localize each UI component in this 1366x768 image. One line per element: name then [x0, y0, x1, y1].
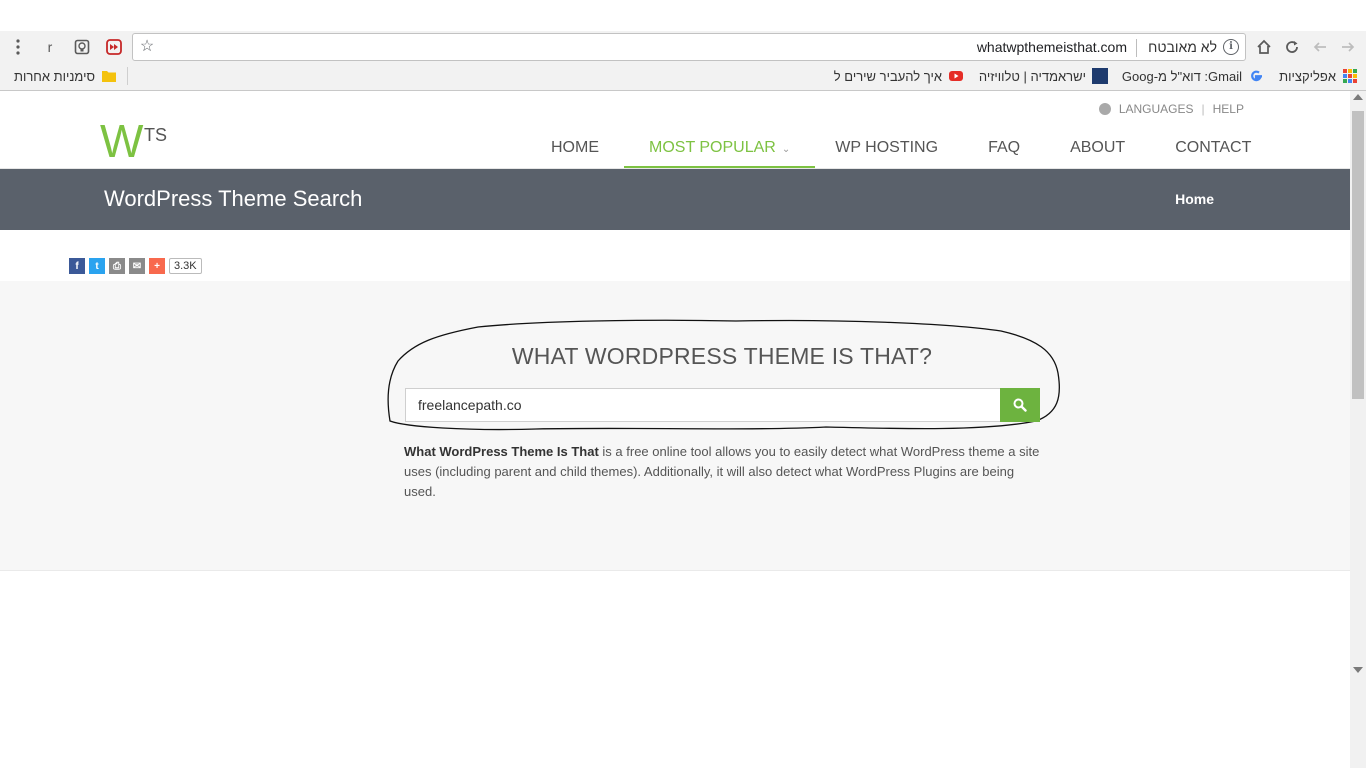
share-count: 3.3K [169, 258, 202, 274]
bookmark-israpedia[interactable]: ישראמדיה | טלוויזיה [979, 67, 1108, 85]
globe-icon [1098, 103, 1111, 115]
nav-label: FAQ [988, 139, 1021, 156]
folder-icon [101, 68, 117, 84]
top-links-divider: | [1201, 102, 1205, 116]
nav-faq[interactable]: FAQ [963, 127, 1045, 169]
logo-text: TS [144, 125, 168, 145]
top-links: LANGUAGES | HELP [1098, 102, 1244, 116]
bookmark-other[interactable]: סימניות אחרות [14, 67, 117, 85]
bookmark-label: סימניות אחרות [14, 68, 96, 84]
bookmarks-divider [127, 67, 128, 85]
web-page: LANGUAGES | HELP W TS HOME MOST POPULAR ⌄… [0, 91, 1350, 768]
bookmark-label: אפליקציות [1279, 68, 1336, 84]
israpedia-icon [1092, 68, 1108, 84]
chevron-down-icon: ⌄ [781, 144, 791, 155]
scroll-down-arrow-icon[interactable] [1353, 667, 1363, 673]
browser-title-area [0, 0, 1366, 31]
main-nav: HOME MOST POPULAR ⌄ WP HOSTING FAQ ABOUT … [526, 127, 1276, 169]
bookmark-star-icon[interactable]: ☆ [137, 37, 157, 57]
search-icon [1013, 398, 1027, 412]
bookmark-apps[interactable]: אפליקציות [1279, 67, 1358, 85]
extension-bulb-icon[interactable] [70, 35, 94, 59]
search-description: What WordPress Theme Is That is a free o… [404, 442, 1044, 502]
more-share-icon[interactable]: + [149, 258, 165, 274]
nav-label: MOST POPULAR [649, 139, 776, 156]
bookmarks-bar: אפליקציות Gmail: דוא"ל מ-Goog ישראמדיה |… [0, 63, 1366, 89]
page-banner: WordPress Theme Search Home [0, 169, 1350, 230]
nav-label: ABOUT [1070, 139, 1126, 156]
description-bold: What WordPress Theme Is That [404, 444, 599, 459]
nav-most-popular[interactable]: MOST POPULAR ⌄ [624, 127, 816, 169]
home-icon[interactable] [1252, 35, 1276, 59]
search-heading: WHAT WORDPRESS THEME IS THAT? [511, 343, 933, 369]
page-scrollbar[interactable] [1350, 91, 1366, 768]
extension-r-icon[interactable]: r [38, 35, 62, 59]
youtube-icon [948, 68, 964, 84]
forward-arrow-icon[interactable] [1336, 35, 1360, 59]
nav-label: WP HOSTING [835, 139, 939, 156]
reload-icon[interactable] [1280, 35, 1304, 59]
bookmark-gmail[interactable]: Gmail: דוא"ל מ-Goog [1122, 67, 1264, 85]
nav-about[interactable]: ABOUT [1045, 127, 1150, 169]
address-url[interactable]: whatwpthemeisthat.com [977, 39, 1127, 55]
bookmark-label: Gmail: דוא"ל מ-Goog [1121, 68, 1242, 84]
scroll-thumb[interactable] [1352, 111, 1364, 399]
browser-toolbar: r ☆ whatwpthemeisthat.com לא מאובטח i [0, 31, 1366, 63]
bookmark-label: ישראמדיה | טלוויזיה [978, 68, 1086, 84]
google-g-icon [1248, 68, 1264, 84]
bookmark-label: איך להעביר שירים ל [833, 68, 942, 84]
menu-kebab-icon[interactable] [6, 35, 30, 59]
page-title: WordPress Theme Search [104, 186, 363, 211]
share-buttons: f t ⎙ ✉ + 3.3K [69, 258, 202, 274]
email-share-icon[interactable]: ✉ [129, 258, 145, 274]
security-label[interactable]: לא מאובטח [1148, 39, 1217, 55]
breadcrumb-home[interactable]: Home [1175, 191, 1214, 207]
nav-contact[interactable]: CONTACT [1150, 127, 1276, 169]
help-link[interactable]: HELP [1213, 102, 1244, 116]
address-divider [1136, 39, 1137, 57]
logo-mark: W [100, 115, 144, 167]
search-button[interactable] [1000, 388, 1040, 422]
back-arrow-icon[interactable] [1308, 35, 1332, 59]
extension-forward-icon[interactable] [102, 35, 126, 59]
address-bar[interactable]: ☆ whatwpthemeisthat.com לא מאובטח i [132, 33, 1246, 61]
nav-home[interactable]: HOME [526, 127, 624, 169]
print-share-icon[interactable]: ⎙ [109, 258, 125, 274]
scroll-up-arrow-icon[interactable] [1353, 94, 1363, 100]
browser-chrome: r ☆ whatwpthemeisthat.com לא מאובטח i אפ… [0, 0, 1366, 91]
facebook-share-icon[interactable]: f [69, 258, 85, 274]
bookmark-youtube[interactable]: איך להעביר שירים ל [834, 67, 964, 85]
nav-label: CONTACT [1175, 139, 1252, 156]
nav-label: HOME [551, 139, 599, 156]
info-icon[interactable]: i [1223, 39, 1239, 55]
nav-wp-hosting[interactable]: WP HOSTING [815, 127, 963, 169]
site-url-input[interactable] [405, 388, 1001, 422]
apps-grid-icon [1342, 68, 1358, 84]
languages-link[interactable]: LANGUAGES [1119, 102, 1194, 116]
twitter-share-icon[interactable]: t [89, 258, 105, 274]
